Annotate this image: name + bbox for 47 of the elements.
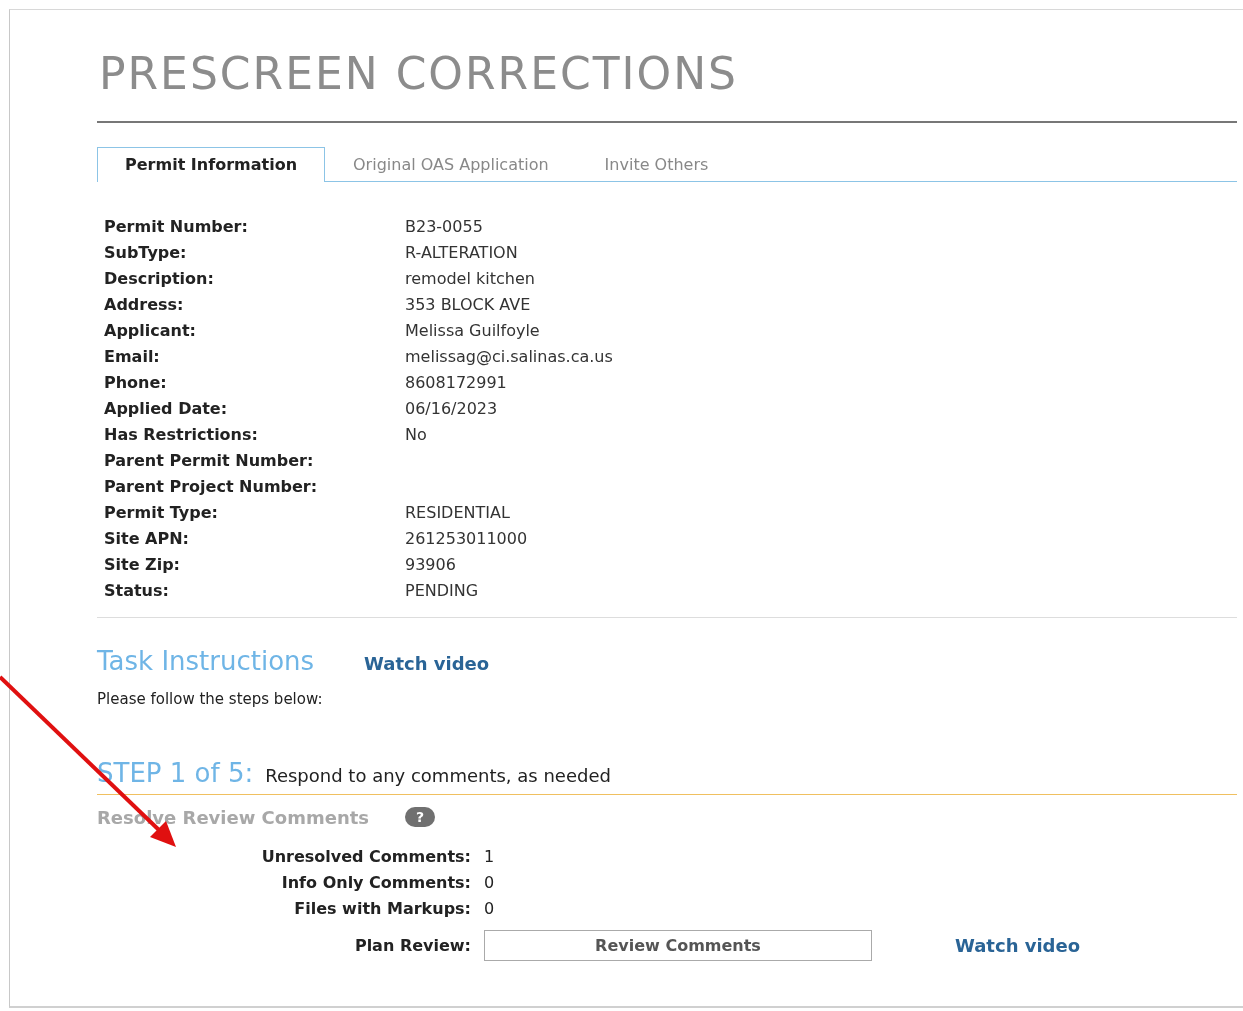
- count-value: 0: [484, 897, 496, 919]
- field-label: Parent Project Number:: [104, 475, 319, 497]
- field-value: No: [405, 423, 428, 445]
- count-value: 1: [484, 845, 496, 867]
- field-value: 8608172991: [405, 371, 508, 393]
- field-value: 353 BLOCK AVE: [405, 293, 532, 315]
- field-label: Has Restrictions:: [104, 423, 259, 445]
- page-title: PRESCREEN CORRECTIONS: [99, 48, 739, 101]
- field-value: Melissa Guilfoyle: [405, 319, 541, 341]
- field-value: 261253011000: [405, 527, 529, 549]
- help-icon[interactable]: ?: [405, 807, 436, 828]
- field-label: Phone:: [104, 371, 168, 393]
- field-label: Parent Permit Number:: [104, 449, 315, 471]
- field-value: 06/16/2023: [405, 397, 499, 419]
- field-value: R-ALTERATION: [405, 241, 519, 263]
- count-label: Unresolved Comments:: [260, 845, 471, 867]
- watch-video-link[interactable]: Watch video: [955, 934, 1081, 956]
- field-label: SubType:: [104, 241, 188, 263]
- field-label: Site APN:: [104, 527, 190, 549]
- review-comments-button[interactable]: Review Comments: [484, 929, 872, 961]
- field-value: PENDING: [405, 579, 480, 601]
- field-label: Permit Type:: [104, 501, 219, 523]
- field-value: remodel kitchen: [405, 267, 536, 289]
- count-value: 0: [484, 871, 496, 893]
- field-label: Permit Number:: [104, 215, 249, 237]
- count-label: Info Only Comments:: [280, 871, 471, 893]
- field-label: Status:: [104, 579, 170, 601]
- plan-review-label: Plan Review:: [353, 934, 471, 956]
- section-heading: Task Instructions: [97, 645, 315, 676]
- field-label: Applied Date:: [104, 397, 229, 419]
- field-value: B23-0055: [405, 215, 484, 237]
- watch-video-link[interactable]: Watch video: [364, 652, 490, 674]
- tab[interactable]: Original OAS Application: [325, 146, 577, 182]
- field-label: Description:: [104, 267, 215, 289]
- step-description: Respond to any comments, as needed: [265, 764, 611, 786]
- tab[interactable]: Permit Information: [97, 146, 325, 182]
- step-number: STEP 1 of 5:: [97, 757, 254, 788]
- field-value: 93906: [405, 553, 457, 575]
- field-label: Address:: [104, 293, 185, 315]
- field-value: RESIDENTIAL: [405, 501, 511, 523]
- instruction-text: Please follow the steps below:: [97, 689, 324, 708]
- tab[interactable]: Invite Others: [576, 146, 737, 182]
- field-value: melissag@ci.salinas.ca.us: [405, 345, 613, 367]
- field-label: Site Zip:: [104, 553, 181, 575]
- field-label: Email:: [104, 345, 161, 367]
- count-label: Files with Markups:: [293, 897, 471, 919]
- field-label: Applicant:: [104, 319, 197, 341]
